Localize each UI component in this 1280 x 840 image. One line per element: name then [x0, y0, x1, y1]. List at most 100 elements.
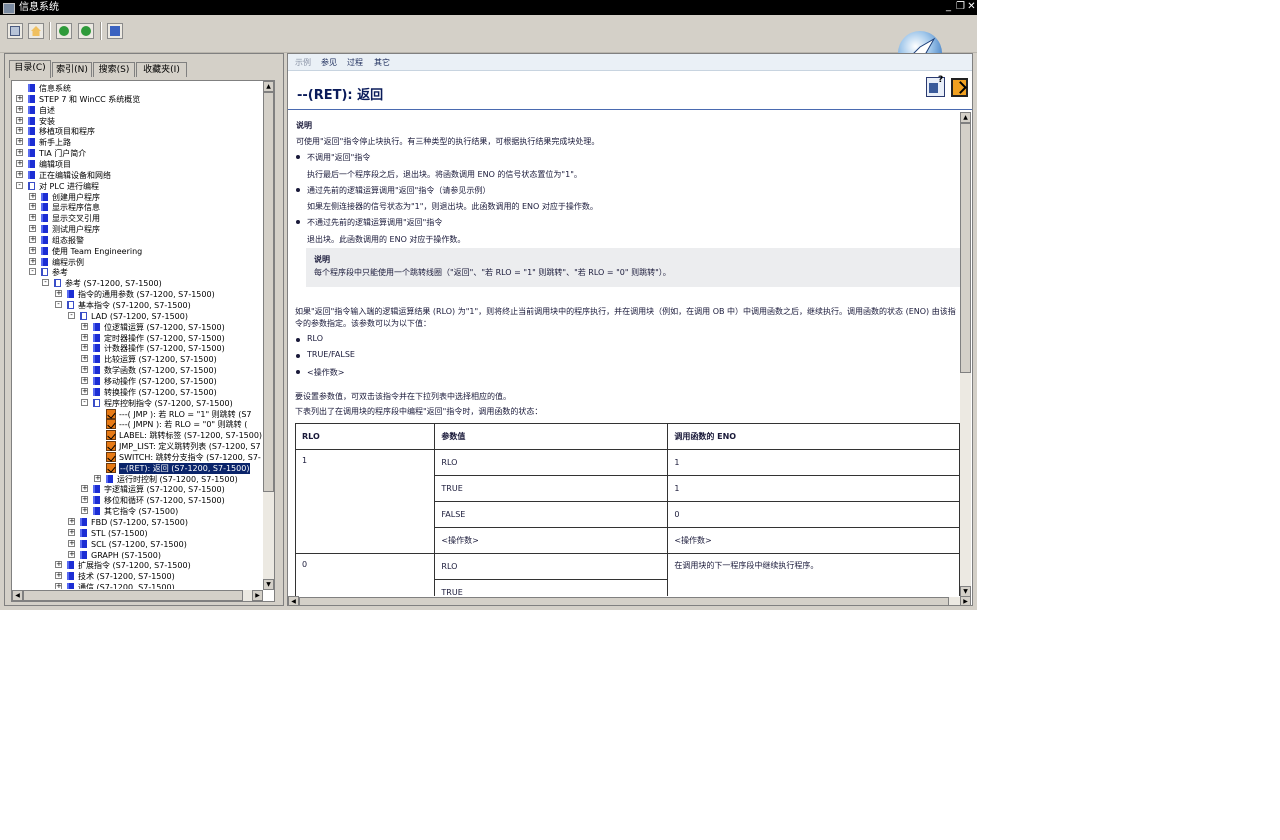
- tree-item[interactable]: + 创建用户程序: [12, 192, 262, 203]
- scroll-thumb[interactable]: [23, 590, 243, 601]
- tree-item[interactable]: + 移植项目和程序: [12, 126, 262, 137]
- tree-item[interactable]: - 基本指令 (S7-1200, S7-1500): [12, 300, 262, 311]
- expand-icon[interactable]: +: [16, 105, 23, 113]
- expand-icon[interactable]: +: [68, 550, 75, 558]
- expand-icon[interactable]: +: [29, 192, 36, 200]
- tree-item[interactable]: + 扩展指令 (S7-1200, S7-1500): [12, 560, 262, 571]
- expand-icon[interactable]: +: [55, 561, 62, 569]
- tree-item[interactable]: ---( JMPN ): 若 RLO = "0" 则跳转 (: [12, 419, 262, 430]
- expand-icon[interactable]: +: [16, 159, 23, 167]
- content-vertical-scrollbar[interactable]: ▲ ▼: [960, 112, 971, 597]
- forward-icon[interactable]: [78, 23, 94, 39]
- tree-item[interactable]: + 字逻辑运算 (S7-1200, S7-1500): [12, 484, 262, 495]
- expand-icon[interactable]: +: [68, 528, 75, 536]
- expand-icon[interactable]: +: [81, 333, 88, 341]
- index-page-icon[interactable]: [7, 23, 23, 39]
- tree-item[interactable]: + 定时器操作 (S7-1200, S7-1500): [12, 333, 262, 344]
- tree-item[interactable]: + 转换操作 (S7-1200, S7-1500): [12, 387, 262, 398]
- scroll-up-button[interactable]: ▲: [263, 81, 274, 92]
- expand-icon[interactable]: +: [29, 203, 36, 211]
- tree-item[interactable]: + 移动操作 (S7-1200, S7-1500): [12, 376, 262, 387]
- expand-icon[interactable]: +: [55, 583, 62, 589]
- tree-item[interactable]: ---( JMP ): 若 RLO = "1" 则跳转 (S7: [12, 408, 262, 420]
- collapse-icon[interactable]: -: [42, 279, 49, 287]
- tree-item[interactable]: + STL (S7-1500): [12, 528, 262, 539]
- tree-item[interactable]: + TIA 门户简介: [12, 148, 262, 159]
- tree-item[interactable]: + 通信 (S7-1200, S7-1500): [12, 582, 262, 589]
- expand-icon[interactable]: +: [16, 116, 23, 124]
- tree-item[interactable]: + 正在编辑设备和网络: [12, 170, 262, 181]
- expand-icon[interactable]: +: [29, 225, 36, 233]
- tree-item[interactable]: SWITCH: 跳转分支指令 (S7-1200, S7-: [12, 451, 262, 463]
- nav-link-other[interactable]: 其它: [374, 57, 390, 68]
- tree-item[interactable]: - 程序控制指令 (S7-1200, S7-1500): [12, 398, 262, 409]
- minimize-button[interactable]: _: [943, 0, 954, 15]
- expand-icon[interactable]: +: [81, 366, 88, 374]
- expand-icon[interactable]: +: [16, 94, 23, 102]
- tree-item[interactable]: + 指令的通用参数 (S7-1200, S7-1500): [12, 289, 262, 300]
- tree-item[interactable]: + 编程示例: [12, 257, 262, 268]
- expand-icon[interactable]: +: [81, 376, 88, 384]
- scroll-left-button[interactable]: ◀: [12, 590, 23, 601]
- expand-icon[interactable]: +: [16, 149, 23, 157]
- tree-item[interactable]: + 数学函数 (S7-1200, S7-1500): [12, 365, 262, 376]
- scroll-down-button[interactable]: ▼: [263, 579, 274, 590]
- tab-favorites[interactable]: 收藏夹(I): [136, 62, 187, 77]
- tree-item[interactable]: - LAD (S7-1200, S7-1500): [12, 311, 262, 322]
- tree-item[interactable]: + STEP 7 和 WinCC 系统概览: [12, 94, 262, 105]
- tree-item[interactable]: + 安装: [12, 116, 262, 127]
- scroll-left-button[interactable]: ◀: [288, 596, 299, 605]
- tree-item[interactable]: + 比较运算 (S7-1200, S7-1500): [12, 354, 262, 365]
- tree-item[interactable]: + 使用 Team Engineering: [12, 246, 262, 257]
- scroll-thumb[interactable]: [960, 123, 971, 373]
- open-external-icon[interactable]: [951, 78, 968, 97]
- tree-item[interactable]: - 对 PLC 进行编程: [12, 181, 262, 192]
- tree-item[interactable]: + 其它指令 (S7-1500): [12, 506, 262, 517]
- expand-icon[interactable]: +: [81, 387, 88, 395]
- help-window-icon[interactable]: ?: [926, 75, 945, 97]
- expand-icon[interactable]: +: [81, 485, 88, 493]
- tab-search[interactable]: 搜索(S): [93, 62, 135, 77]
- nav-link-see-also[interactable]: 参见: [321, 57, 337, 68]
- tree-vertical-scrollbar[interactable]: ▲ ▼: [263, 81, 274, 590]
- scroll-right-button[interactable]: ▶: [252, 590, 263, 601]
- scroll-thumb[interactable]: [299, 597, 949, 605]
- expand-icon[interactable]: +: [55, 290, 62, 298]
- tree-item[interactable]: LABEL: 跳转标签 (S7-1200, S7-1500): [12, 430, 262, 441]
- expand-icon[interactable]: +: [81, 344, 88, 352]
- nav-link-procedure[interactable]: 过程: [347, 57, 363, 68]
- tree-item[interactable]: + GRAPH (S7-1500): [12, 550, 262, 561]
- tree-item[interactable]: JMP_LIST: 定义跳转列表 (S7-1200, S7: [12, 441, 262, 452]
- expand-icon[interactable]: +: [29, 257, 36, 265]
- print-icon[interactable]: [107, 23, 123, 39]
- expand-icon[interactable]: +: [81, 507, 88, 515]
- close-button[interactable]: ✕: [966, 0, 977, 15]
- expand-icon[interactable]: +: [29, 246, 36, 254]
- tab-contents[interactable]: 目录(C): [9, 60, 51, 78]
- scroll-right-button[interactable]: ▶: [960, 596, 971, 605]
- tree-item[interactable]: + 显示交叉引用: [12, 213, 262, 224]
- scroll-thumb[interactable]: [263, 92, 274, 492]
- expand-icon[interactable]: +: [81, 322, 88, 330]
- collapse-icon[interactable]: -: [68, 311, 75, 319]
- tree-item[interactable]: + 技术 (S7-1200, S7-1500): [12, 571, 262, 582]
- expand-icon[interactable]: +: [29, 214, 36, 222]
- expand-icon[interactable]: +: [68, 539, 75, 547]
- tree-item[interactable]: + 计数器操作 (S7-1200, S7-1500): [12, 343, 262, 354]
- content-horizontal-scrollbar[interactable]: ◀ ▶: [288, 596, 971, 605]
- expand-icon[interactable]: +: [81, 496, 88, 504]
- nav-link-example[interactable]: 示例: [295, 57, 311, 68]
- expand-icon[interactable]: +: [16, 170, 23, 178]
- back-icon[interactable]: [56, 23, 72, 39]
- tree-item[interactable]: - 参考 (S7-1200, S7-1500): [12, 278, 262, 289]
- tree-item[interactable]: + 位逻辑运算 (S7-1200, S7-1500): [12, 322, 262, 333]
- collapse-icon[interactable]: -: [81, 398, 88, 406]
- tab-index[interactable]: 索引(N): [52, 62, 92, 77]
- expand-icon[interactable]: +: [94, 474, 101, 482]
- expand-icon[interactable]: +: [68, 518, 75, 525]
- tree-item[interactable]: + FBD (S7-1200, S7-1500): [12, 517, 262, 528]
- expand-icon[interactable]: +: [81, 355, 88, 363]
- scroll-up-button[interactable]: ▲: [960, 112, 971, 123]
- tree-horizontal-scrollbar[interactable]: ◀ ▶: [12, 590, 263, 601]
- expand-icon[interactable]: +: [55, 572, 62, 580]
